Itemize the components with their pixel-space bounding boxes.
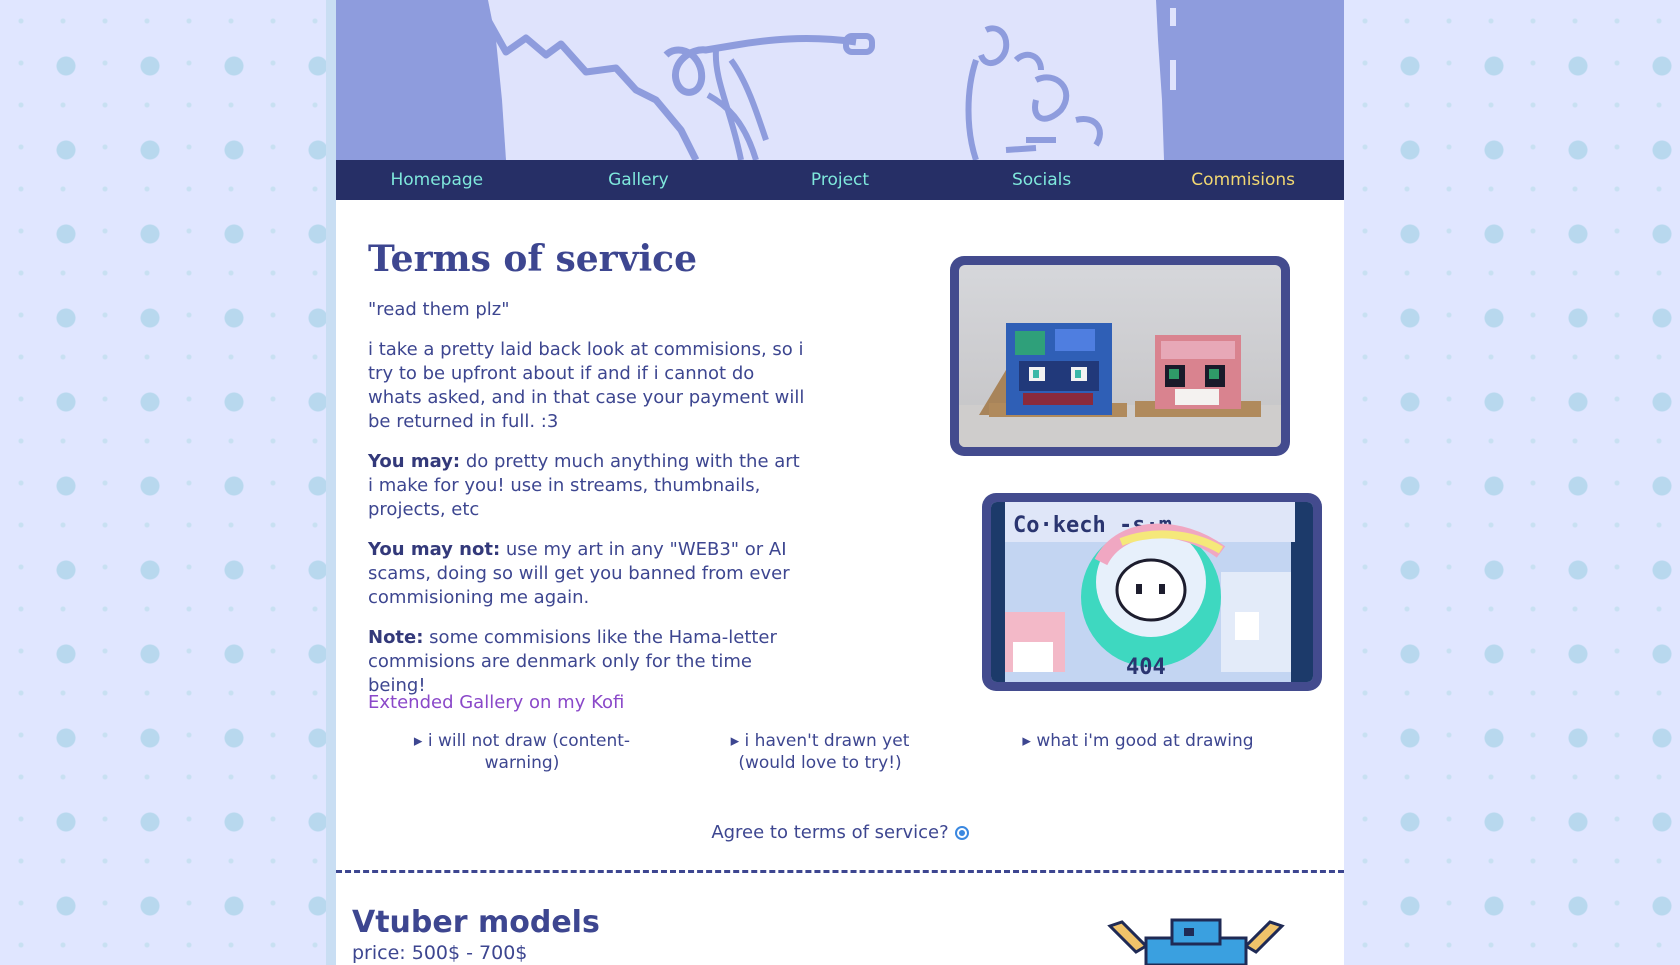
nav-project[interactable]: Project	[739, 160, 941, 200]
tos-may-label: You may:	[368, 451, 461, 472]
vtuber-sprite-icon	[1107, 918, 1285, 965]
tos-intro: i take a pretty laid back look at commis…	[368, 339, 805, 432]
vtuber-price: price: 500$ - 700$	[352, 942, 528, 964]
details-havent-drawn[interactable]: ▸ i haven't drawn yet (would love to try…	[720, 730, 920, 774]
tos-note-text: some commisions like the Hama-letter com…	[368, 627, 777, 696]
page-container: Homepage Gallery Project Socials Commisi…	[336, 0, 1344, 965]
glitch-404-art: Co·kech -s·m 404	[991, 502, 1313, 682]
banner-doodle-art	[336, 0, 1344, 160]
vtuber-section-title: Vtuber models	[352, 905, 600, 940]
radio-selected-icon[interactable]	[954, 826, 969, 840]
hama-bead-photo	[950, 256, 1290, 456]
agree-tos-label: Agree to terms of service?	[711, 822, 949, 843]
nav-socials[interactable]: Socials	[941, 160, 1143, 200]
tos-note: Note: some commisions like the Hama-lett…	[368, 626, 808, 698]
tos-note-label: Note:	[368, 627, 424, 648]
tos-title: Terms of service	[368, 238, 698, 280]
svg-text:404: 404	[1126, 655, 1166, 680]
tos-may: You may: do pretty much anything with th…	[368, 450, 808, 522]
nav-homepage[interactable]: Homepage	[336, 160, 538, 200]
tos-quote: "read them plz"	[368, 299, 510, 320]
main-nav: Homepage Gallery Project Socials Commisi…	[336, 160, 1344, 200]
details-good-at-drawing[interactable]: ▸ what i'm good at drawing	[1008, 730, 1268, 774]
tos-body: "read them plz" i take a pretty laid bac…	[368, 298, 808, 714]
details-will-not-draw[interactable]: ▸ i will not draw (content-warning)	[412, 730, 632, 774]
section-divider	[336, 870, 1344, 873]
nav-gallery[interactable]: Gallery	[538, 160, 740, 200]
pixel-art-404-image: Co·kech -s·m 404	[982, 493, 1322, 691]
bead-art-image	[959, 265, 1281, 447]
kofi-gallery-link[interactable]: Extended Gallery on my Kofi	[368, 692, 624, 713]
nav-commisions[interactable]: Commisions	[1142, 160, 1344, 200]
tos-details-row: ▸ i will not draw (content-warning) ▸ i …	[368, 730, 1312, 774]
tos-maynot: You may not: use my art in any "WEB3" or…	[368, 538, 808, 610]
header-banner	[336, 0, 1344, 160]
tos-maynot-label: You may not:	[368, 539, 501, 560]
agree-tos-row: Agree to terms of service?	[336, 822, 1344, 843]
